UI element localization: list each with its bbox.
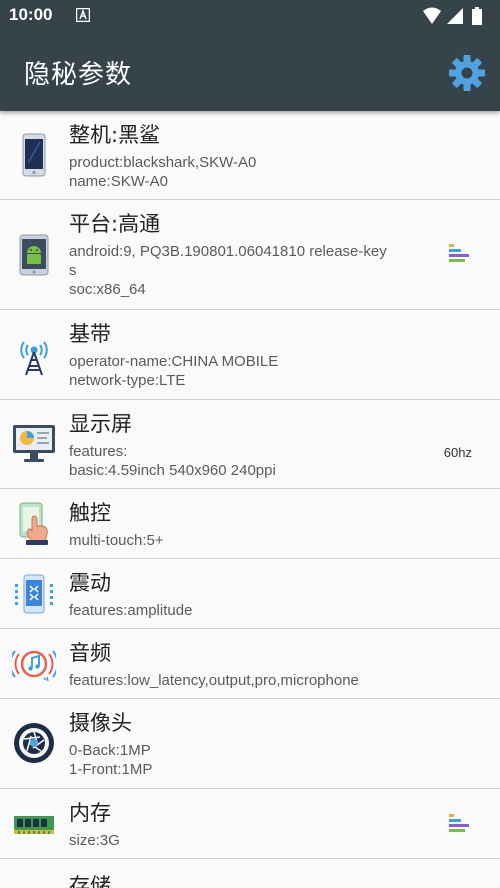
status-bar: 10:00 (0, 0, 500, 32)
notification-a-icon (76, 8, 90, 22)
item-details: operator-name:CHINA MOBILE network-type:… (69, 352, 419, 390)
item-details: features:low_latency,output,pro,micropho… (69, 671, 419, 690)
item-title: 内存 (69, 801, 111, 825)
detail-line: android:9, PQ3B.190801.06041810 release-… (69, 243, 387, 260)
item-details: product:blackshark,SKW-A0 name:SKW-A0 (69, 153, 419, 191)
list-item-device[interactable]: 整机:黑鲨 product:blackshark,SKW-A0 name:SKW… (0, 111, 500, 200)
item-title: 基带 (69, 322, 111, 346)
refresh-rate-label: 60hz (443, 445, 472, 460)
detail-line: 0-Back:1MP (69, 742, 151, 759)
detail-line: network-type:LTE (69, 372, 186, 389)
wifi-icon (423, 7, 441, 24)
gear-icon[interactable] (448, 54, 486, 92)
spec-list: 整机:黑鲨 product:blackshark,SKW-A0 name:SKW… (0, 111, 500, 888)
item-title: 显示屏 (69, 412, 132, 436)
monitor-icon (13, 425, 55, 462)
status-time: 10:00 (9, 5, 53, 24)
bars-icon[interactable] (447, 242, 471, 266)
item-title: 存储 (69, 874, 111, 888)
detail-line: size:3G (69, 832, 120, 849)
list-item-touch[interactable]: 触控 multi-touch:5+ (0, 489, 500, 559)
detail-line: name:SKW-A0 (69, 173, 168, 190)
item-title: 震动 (69, 571, 111, 595)
item-title: 摄像头 (69, 711, 132, 735)
list-item-platform[interactable]: 平台:高通 android:9, PQ3B.190801.06041810 re… (0, 200, 500, 310)
list-item-storage[interactable]: 存储 (0, 859, 500, 888)
item-details: features: basic:4.59inch 540x960 240ppi (69, 442, 419, 480)
detail-line: operator-name:CHINA MOBILE (69, 353, 279, 370)
list-item-memory[interactable]: 内存 size:3G (0, 789, 500, 859)
app-bar: 隐秘参数 (0, 32, 500, 111)
android-icon (19, 234, 49, 276)
item-details: android:9, PQ3B.190801.06041810 release-… (69, 242, 419, 299)
detail-line: basic:4.59inch 540x960 240ppi (69, 462, 276, 479)
item-title: 音频 (69, 641, 111, 665)
item-title: 整机:黑鲨 (69, 123, 161, 147)
item-details: size:3G (69, 831, 419, 850)
item-details: multi-touch:5+ (69, 531, 419, 550)
list-item-camera[interactable]: 摄像头 0-Back:1MP 1-Front:1MP (0, 699, 500, 789)
detail-line: 1-Front:1MP (69, 761, 153, 778)
detail-line: features:low_latency,output,pro,micropho… (69, 672, 359, 689)
ram-icon (14, 816, 54, 834)
camera-icon (14, 723, 54, 763)
detail-line: product:blackshark,SKW-A0 (69, 154, 257, 171)
audio-icon (12, 650, 56, 682)
antenna-icon (20, 341, 48, 376)
item-title: 触控 (69, 501, 111, 525)
item-details: features:amplitude (69, 601, 419, 620)
vibration-icon (15, 574, 53, 614)
list-item-baseband[interactable]: 基带 operator-name:CHINA MOBILE network-ty… (0, 310, 500, 400)
page-title: 隐秘参数 (24, 60, 133, 90)
battery-icon (472, 7, 482, 25)
detail-line: soc:x86_64 (69, 281, 146, 298)
bars-icon[interactable] (447, 812, 471, 836)
list-item-display[interactable]: 显示屏 features: basic:4.59inch 540x960 240… (0, 400, 500, 489)
touch-icon (19, 502, 48, 545)
system-status-icons (423, 7, 482, 25)
detail-line: s (69, 262, 77, 279)
item-title: 平台:高通 (69, 212, 161, 236)
item-details: 0-Back:1MP 1-Front:1MP (69, 741, 419, 779)
detail-line: multi-touch:5+ (69, 532, 164, 549)
signal-icon (447, 8, 463, 24)
list-item-vibration[interactable]: 震动 features:amplitude (0, 559, 500, 629)
detail-line: features:amplitude (69, 602, 193, 619)
list-item-audio[interactable]: 音频 features:low_latency,output,pro,micro… (0, 629, 500, 699)
phone-icon (22, 133, 46, 177)
detail-line: features: (69, 443, 128, 460)
